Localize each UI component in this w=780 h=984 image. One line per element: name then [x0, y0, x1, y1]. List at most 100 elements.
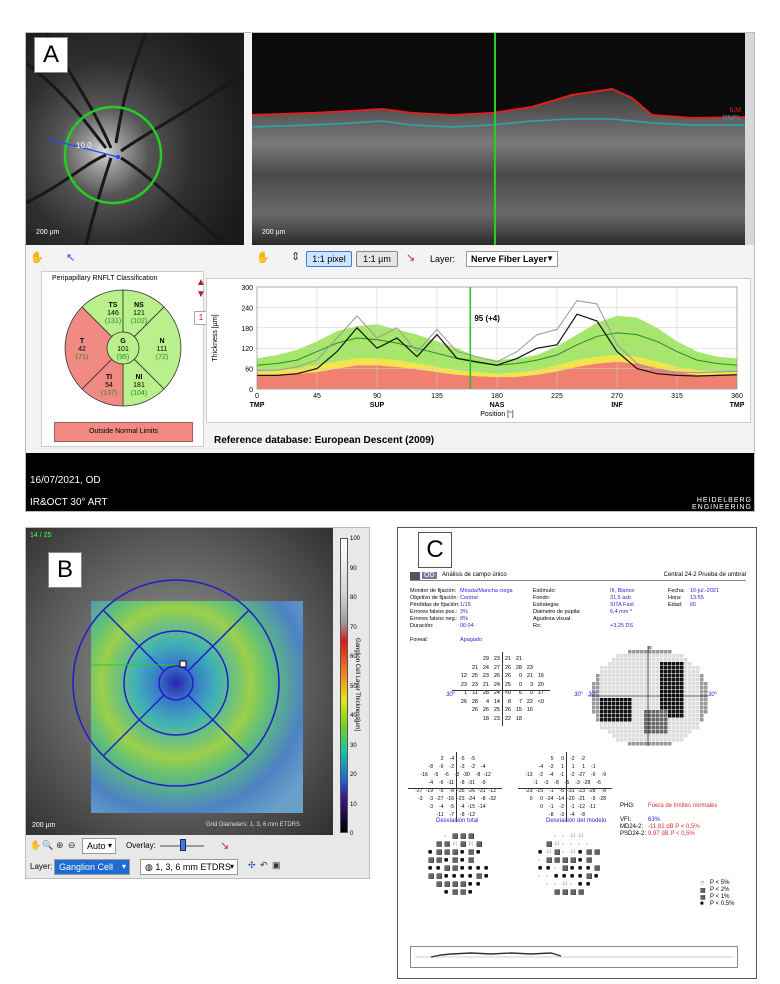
grayscale-cell	[656, 718, 660, 722]
fixation-marker[interactable]	[179, 660, 187, 668]
arrow-down-icon[interactable]: ▼	[196, 289, 206, 300]
grayscale-cell	[632, 654, 636, 658]
probability-symbol: ⁙	[570, 849, 576, 856]
micron-scale-button[interactable]: 1:1 µm	[356, 251, 398, 267]
overlay-slider-thumb[interactable]	[179, 839, 186, 851]
grayscale-cell	[608, 682, 612, 686]
probability-symbol: ⁙	[546, 849, 552, 856]
x-tick-label: 90	[373, 393, 381, 400]
grayscale-cell	[600, 706, 604, 710]
grid-value: -2	[559, 804, 564, 810]
zoom-in-icon[interactable]: ⊕	[56, 840, 64, 851]
grayscale-cell	[620, 670, 624, 674]
probability-symbol: ·	[554, 881, 557, 888]
grayscale-cell	[644, 698, 648, 702]
probability-symbol: ■	[538, 865, 543, 872]
chevron-down-icon: ▾	[121, 862, 126, 871]
grayscale-cell	[704, 706, 708, 710]
classification-title: Peripapillary RNFLT Classification	[52, 275, 158, 282]
probability-symbol: ·	[570, 841, 573, 848]
hand-tool-icon-b[interactable]: ✋	[30, 840, 41, 851]
rnfl-label: RNFL	[722, 115, 741, 122]
ir-fundus-image: A 10.0 200 µm	[26, 33, 244, 245]
grayscale-cell	[652, 706, 656, 710]
grayscale-cell	[680, 714, 684, 718]
zoom-select[interactable]: Auto ▾	[82, 838, 116, 854]
layer-select-b[interactable]: Ganglion Cell Layer ▾	[54, 859, 130, 878]
bscan-scrollbar[interactable]	[745, 33, 754, 245]
grayscale-cell	[632, 706, 636, 710]
grayscale-cell	[624, 734, 628, 738]
grid-value: 0	[540, 796, 543, 802]
grayscale-cell	[700, 714, 704, 718]
grayscale-cell	[668, 682, 672, 686]
probability-symbol: ■	[444, 889, 449, 896]
grayscale-cell	[632, 662, 636, 666]
grayscale-cell	[676, 678, 680, 682]
probability-symbol: ■	[586, 881, 591, 888]
grid-value: -1	[533, 780, 538, 786]
region-label: NAS	[490, 402, 505, 409]
probability-symbol: ▦	[476, 873, 483, 880]
sector-t: T 42 (71)	[75, 338, 89, 361]
hand-tool-icon-2[interactable]: ✋	[256, 251, 270, 264]
gcl-colorbar	[340, 538, 348, 833]
grayscale-cell	[648, 658, 652, 662]
grayscale-cell	[640, 710, 644, 714]
grid-select[interactable]: ◍ 1, 3, 6 mm ETDRS ▾	[140, 859, 238, 875]
eye-label: OD	[422, 572, 437, 579]
grayscale-cell	[692, 702, 696, 706]
crosshair-icon[interactable]: ✣	[248, 860, 256, 871]
grayscale-cell	[636, 742, 640, 746]
save-icon[interactable]: ▣	[272, 860, 281, 871]
grayscale-cell	[612, 734, 616, 738]
fit-height-icon[interactable]: ⇕	[291, 250, 300, 263]
param-label: Estrategia:	[533, 602, 560, 608]
measure-tool-icon-b[interactable]: ↘	[220, 839, 229, 852]
y-tick-label: 0	[249, 387, 253, 394]
measure-tool-icon[interactable]: ↘	[406, 251, 415, 264]
grayscale-cell	[640, 670, 644, 674]
probability-symbol: ■	[444, 857, 449, 864]
grayscale-cell	[680, 654, 684, 658]
arrow-up-icon[interactable]: ▲	[196, 277, 206, 288]
layer-select[interactable]: Nerve Fiber Layer ▼	[466, 251, 558, 267]
analysis-title: Análisis de campo único	[442, 572, 507, 578]
grayscale-cell	[632, 678, 636, 682]
grayscale-cell	[648, 734, 652, 738]
scan-circle[interactable]	[63, 105, 163, 205]
grayscale-cell	[660, 666, 664, 670]
probability-symbol: ■	[476, 865, 481, 872]
grayscale-cell	[600, 678, 604, 682]
grid-value: 15	[515, 707, 522, 713]
grayscale-cell	[632, 658, 636, 662]
zoom-icon[interactable]: 🔍	[42, 840, 53, 851]
grid-value: 26	[471, 707, 478, 713]
grayscale-cell	[640, 702, 644, 706]
grayscale-cell	[596, 706, 600, 710]
grayscale-cell	[672, 662, 676, 666]
grayscale-cell	[636, 726, 640, 730]
hand-tool-icon[interactable]: ✋	[30, 251, 44, 264]
grayscale-cell	[672, 730, 676, 734]
grayscale-cell	[680, 726, 684, 730]
probability-symbol: ■	[578, 865, 583, 872]
grayscale-cell	[664, 738, 668, 742]
pointer-tool-icon[interactable]: ↖	[66, 251, 75, 264]
grayscale-cell	[684, 734, 688, 738]
grayscale-cell	[648, 698, 652, 702]
grayscale-cell	[680, 698, 684, 702]
grayscale-cell	[644, 742, 648, 746]
zoom-out-icon[interactable]: ⊖	[68, 840, 76, 851]
grayscale-cell	[676, 722, 680, 726]
probability-symbol: ·	[554, 833, 557, 840]
pixel-scale-button[interactable]: 1:1 pixel	[306, 251, 352, 267]
reset-icon[interactable]: ↶	[260, 860, 268, 871]
grayscale-cell	[612, 714, 616, 718]
fundus-measure: 10.0	[76, 141, 92, 150]
sector-ti: TI 54 (137)	[100, 374, 118, 397]
grayscale-cell	[608, 662, 612, 666]
probability-symbol: ▩	[460, 833, 467, 840]
grayscale-cell	[668, 698, 672, 702]
grayscale-cell	[668, 710, 672, 714]
